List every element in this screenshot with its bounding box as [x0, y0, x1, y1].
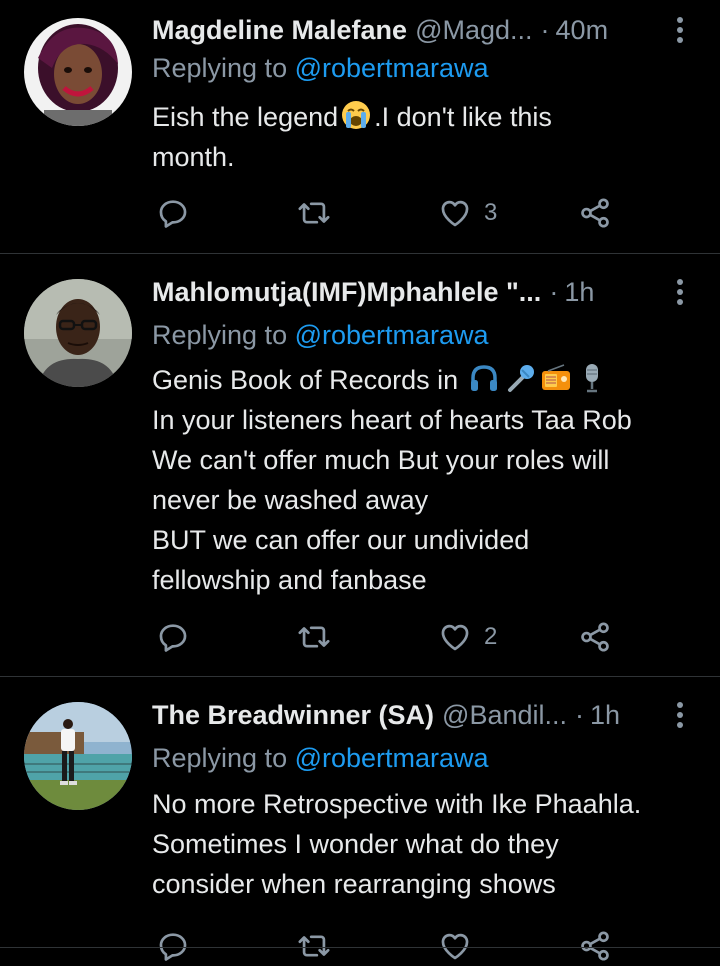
replying-to-label: Replying to: [152, 53, 295, 83]
heart-icon: [441, 933, 469, 960]
separator-dot: ·: [575, 699, 585, 730]
user-handle[interactable]: @Magd...: [415, 15, 532, 46]
reply-icon: [159, 200, 187, 228]
crying-face-emoji: [340, 99, 372, 131]
retweet-button[interactable]: [297, 193, 331, 233]
tweet-header: Magdeline Malefane @Magd... · 40m: [152, 12, 690, 48]
mention-link[interactable]: @robertmarawa: [295, 743, 489, 773]
studio-microphone-emoji: [576, 362, 608, 394]
heart-icon: [441, 624, 469, 651]
tweet-text-part: In your listeners heart of hearts Taa Ro…: [152, 405, 632, 595]
action-bar: 3: [152, 193, 632, 233]
more-icon[interactable]: [670, 697, 690, 733]
replying-to-label: Replying to: [152, 743, 295, 773]
reply-button[interactable]: [156, 617, 190, 657]
tweet-text: Eish the legend .I don't like this month.: [152, 97, 696, 177]
reply-button[interactable]: [156, 193, 190, 233]
headphone-emoji: [468, 362, 500, 394]
reply-icon: [159, 933, 187, 961]
heart-icon: [441, 200, 469, 227]
divider: [0, 947, 720, 948]
microphone-emoji: [504, 362, 536, 394]
display-name[interactable]: Magdeline Malefane: [152, 15, 407, 46]
retweet-button[interactable]: [297, 926, 331, 966]
tweet-text: Genis Book of Records in In your listene…: [152, 360, 696, 600]
share-icon: [581, 931, 609, 961]
separator-dot: ·: [540, 14, 550, 45]
timestamp[interactable]: 1h: [564, 277, 594, 308]
user-handle[interactable]: @Bandil...: [442, 700, 567, 731]
tweet-header: The Breadwinner (SA) @Bandil... · 1h: [152, 697, 690, 733]
tweet-text-part: Genis Book of Records in: [152, 365, 466, 395]
display-name[interactable]: The Breadwinner (SA): [152, 700, 434, 731]
like-count: 2: [484, 623, 498, 650]
retweet-icon: [298, 935, 330, 957]
replying-to: Replying to @robertmarawa: [152, 743, 489, 774]
reply-feed: Magdeline Malefane @Magd... · 40m Replyi…: [0, 0, 720, 961]
reply-icon: [159, 624, 187, 652]
timestamp[interactable]: 40m: [556, 15, 609, 46]
action-bar: 2: [152, 617, 632, 657]
tweet-header: Mahlomutja(IMF)Mphahlele "... · 1h: [152, 274, 690, 310]
like-button[interactable]: 2: [438, 617, 497, 657]
avatar[interactable]: [24, 279, 132, 387]
like-button[interactable]: 3: [438, 193, 497, 233]
more-icon[interactable]: [670, 274, 690, 310]
avatar[interactable]: [24, 18, 132, 126]
display-name[interactable]: Mahlomutja(IMF)Mphahlele "...: [152, 277, 541, 308]
tweet-1[interactable]: Magdeline Malefane @Magd... · 40m Replyi…: [0, 0, 720, 253]
like-count: 3: [484, 199, 498, 226]
tweet-2[interactable]: Mahlomutja(IMF)Mphahlele "... · 1h Reply…: [0, 254, 720, 676]
tweet-3[interactable]: The Breadwinner (SA) @Bandil... · 1h Rep…: [0, 677, 720, 961]
tweet-text: No more Retrospective with Ike Phaahla. …: [152, 789, 642, 899]
retweet-button[interactable]: [297, 617, 331, 657]
avatar[interactable]: [24, 702, 132, 810]
share-icon: [581, 198, 609, 228]
share-button[interactable]: [578, 926, 612, 966]
replying-to: Replying to @robertmarawa: [152, 53, 489, 84]
mention-link[interactable]: @robertmarawa: [295, 53, 489, 83]
mention-link[interactable]: @robertmarawa: [295, 320, 489, 350]
replying-to-label: Replying to: [152, 320, 295, 350]
tweet-text-part: Eish the legend: [152, 102, 339, 132]
like-button[interactable]: [438, 926, 484, 966]
share-icon: [581, 622, 609, 652]
action-bar: [152, 926, 632, 966]
retweet-icon: [298, 626, 330, 648]
retweet-icon: [298, 202, 330, 224]
separator-dot: ·: [549, 276, 559, 307]
reply-button[interactable]: [156, 926, 190, 966]
share-button[interactable]: [578, 617, 612, 657]
replying-to: Replying to @robertmarawa: [152, 320, 489, 351]
timestamp[interactable]: 1h: [590, 700, 620, 731]
radio-emoji: [540, 362, 572, 394]
share-button[interactable]: [578, 193, 612, 233]
more-icon[interactable]: [670, 12, 690, 48]
